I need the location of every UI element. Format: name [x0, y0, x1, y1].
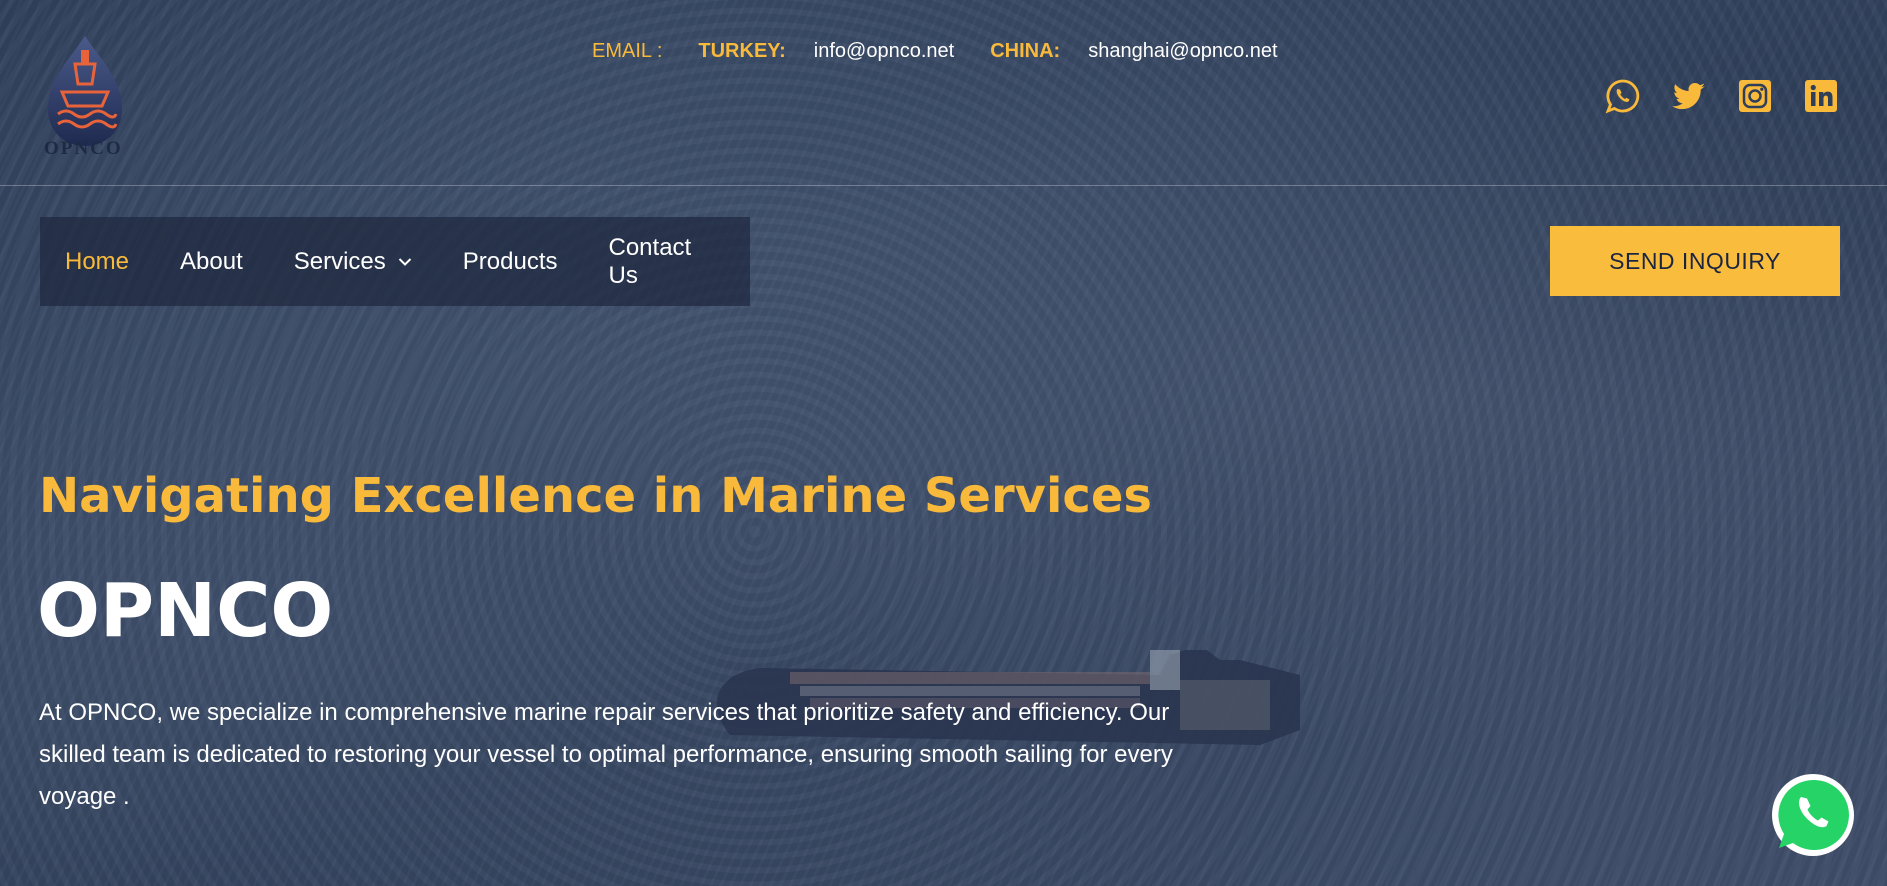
- nav-item-label: Services: [293, 247, 386, 275]
- hero-description: At OPNCO, we specialize in comprehensive…: [39, 699, 1173, 810]
- whatsapp-chat-button[interactable]: [1770, 772, 1856, 858]
- instagram-icon[interactable]: [1737, 78, 1773, 114]
- social-links: [1605, 78, 1839, 114]
- chevron-down-icon: [398, 257, 411, 266]
- nav-item-label: Products: [462, 247, 558, 275]
- email-link-turkey[interactable]: info@opnco.net: [814, 40, 954, 63]
- nav-item-label: About: [180, 247, 243, 275]
- country-label-turkey: TURKEY:: [698, 40, 786, 62]
- hero-title: OPNCO: [37, 568, 334, 654]
- country-label-china: CHINA:: [990, 40, 1061, 62]
- twitter-icon[interactable]: [1671, 78, 1707, 114]
- header-divider: [0, 185, 1887, 186]
- hero-tagline: Navigating Excellence in Marine Services: [39, 468, 1152, 524]
- email-link-china[interactable]: shanghai@opnco.net: [1088, 40, 1277, 63]
- nav-item-contact-us[interactable]: Contact Us: [609, 234, 700, 290]
- main-nav: Home About Services Products Contact Us: [40, 217, 750, 306]
- nav-item-home[interactable]: Home: [65, 248, 129, 276]
- nav-item-label: Home: [65, 247, 130, 275]
- nav-item-about[interactable]: About: [180, 248, 243, 276]
- contact-bar: EMAIL : TURKEY: info@opnco.net CHINA: sh…: [592, 40, 1314, 63]
- nav-item-products[interactable]: Products: [463, 248, 558, 276]
- logo-wordmark: OPNCO: [44, 138, 123, 159]
- page: OPNCO EMAIL : TURKEY: info@opnco.net CHI…: [0, 0, 1887, 886]
- linkedin-icon[interactable]: [1803, 78, 1839, 114]
- whatsapp-icon[interactable]: [1605, 78, 1641, 114]
- send-inquiry-button[interactable]: SEND INQUIRY: [1550, 226, 1840, 296]
- email-label: EMAIL :: [592, 40, 663, 62]
- nav-item-services[interactable]: Services: [294, 248, 412, 276]
- nav-item-label: Contact Us: [608, 233, 692, 289]
